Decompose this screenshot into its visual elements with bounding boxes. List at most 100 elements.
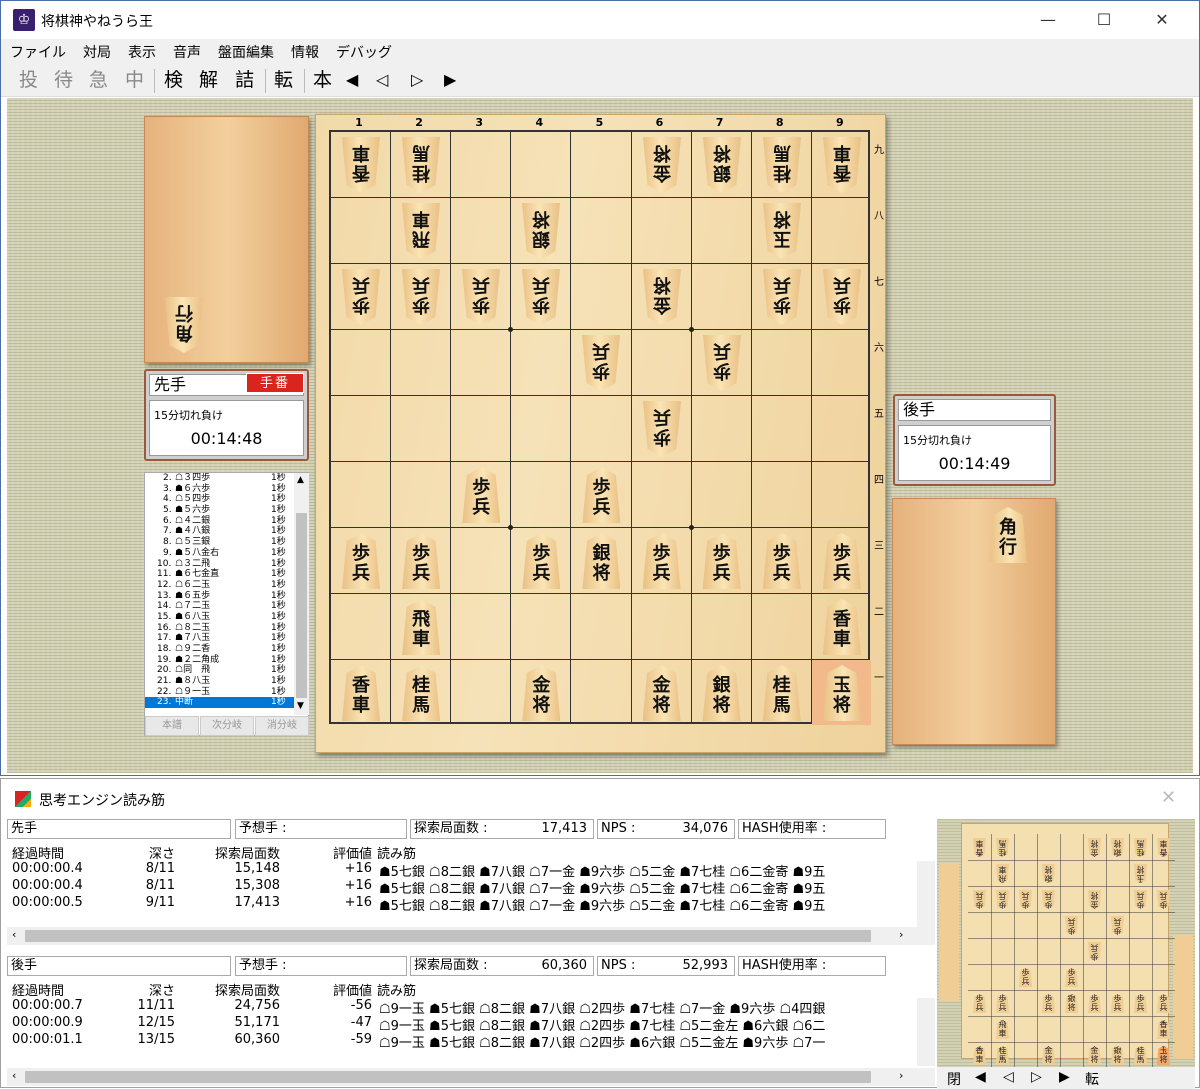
kifu-row[interactable]: 13. ☗６五歩 1秒 [145,591,294,602]
kifu-row[interactable]: 4. ☖５四歩 1秒 [145,494,294,505]
gote-piece[interactable]: 桂馬 [402,137,440,193]
column-header[interactable]: 深さ [133,843,175,862]
next-move-button[interactable]: ▷ [411,69,423,91]
gote-piece[interactable]: 歩兵 [703,335,741,391]
kifu-scrollbar[interactable]: ▲ ▼ [294,473,309,715]
gote-piece[interactable]: 歩兵 [643,401,681,457]
engine-vscroll[interactable] [917,998,935,1066]
kifu-row[interactable]: 6. ☖４二銀 1秒 [145,516,294,527]
kifu-row[interactable]: 8. ☖５三銀 1秒 [145,537,294,548]
gote-piece[interactable]: 歩兵 [522,269,560,325]
gote-piece[interactable]: 飛車 [402,203,440,259]
column-header[interactable]: 経過時間 [12,980,64,999]
analyze-button[interactable]: 検 [164,69,183,91]
sente-piece[interactable]: 歩兵 [582,467,621,523]
hand-piece-bishop[interactable]: 角行 [989,507,1027,563]
prev-move-button[interactable]: ◁ [376,69,388,91]
gote-piece[interactable]: 歩兵 [342,269,380,325]
menu-debug[interactable]: デバッグ [327,39,400,65]
scroll-right-icon[interactable]: › [899,928,903,941]
kifu-row[interactable]: 11. ☗６七金直 1秒 [145,569,294,580]
gote-piece[interactable]: 歩兵 [582,335,620,391]
sente-piece[interactable]: 飛車 [402,599,441,655]
kifu-row[interactable]: 17. ☗７八玉 1秒 [145,633,294,644]
column-header[interactable]: 読み筋 [377,980,416,999]
gote-piece[interactable]: 銀将 [522,203,560,259]
sente-piece[interactable]: 歩兵 [342,533,381,589]
kifu-row[interactable]: 21. ☗８八玉 1秒 [145,676,294,687]
sente-piece[interactable]: 歩兵 [702,533,741,589]
column-header[interactable]: 評価値 [287,843,372,862]
engine-vscroll[interactable] [917,861,935,929]
close-button[interactable]: ✕ [1139,1,1185,39]
resign-button[interactable]: 投 [19,69,38,91]
engine-sente-hscroll[interactable]: ‹ › [7,927,935,945]
sente-piece[interactable]: 歩兵 [462,467,501,523]
column-header[interactable]: 読み筋 [377,843,416,862]
kifu-row[interactable]: 3. ☗６六歩 1秒 [145,484,294,495]
gote-piece[interactable]: 金将 [643,269,681,325]
menu-sound[interactable]: 音声 [164,39,209,65]
gote-piece[interactable]: 歩兵 [402,269,440,325]
gote-piece[interactable]: 歩兵 [462,269,500,325]
scroll-left-icon[interactable]: ‹ [12,1069,16,1082]
mini-next-button[interactable]: ▷ [1031,1069,1042,1085]
menu-game[interactable]: 対局 [74,39,119,65]
kifu-row[interactable]: 7. ☗４八銀 1秒 [145,526,294,537]
column-header[interactable]: 深さ [133,980,175,999]
engine-gote-hscroll[interactable]: ‹ › [7,1068,935,1086]
kifu-row[interactable]: 12. ☖６二玉 1秒 [145,580,294,591]
next-branch-button[interactable]: 次分岐 [200,716,254,736]
kifu-row[interactable]: 15. ☗６八玉 1秒 [145,612,294,623]
sente-piece[interactable]: 香車 [822,599,861,655]
menu-info[interactable]: 情報 [282,39,327,65]
board-grid[interactable]: 香車桂馬金将銀将桂馬香車飛車銀将玉将歩兵歩兵歩兵歩兵金将歩兵歩兵歩兵歩兵歩兵歩兵… [329,130,871,725]
sente-piece[interactable]: 歩兵 [762,533,801,589]
scroll-down-icon[interactable]: ▼ [297,701,304,711]
engine-gote-table[interactable]: 経過時間 深さ 探索局面数 評価値 読み筋 00:00:00.7 11/11 24,756 -5… [7,978,935,1070]
stop-button[interactable]: 中 [125,69,144,91]
menu-file[interactable]: ファイル [1,39,74,65]
delete-branch-button[interactable]: 消分岐 [255,716,309,736]
gote-piece[interactable]: 歩兵 [823,269,861,325]
engine-close-button[interactable]: ✕ [1161,787,1176,808]
hand-piece-bishop[interactable]: 角行 [165,297,203,353]
sente-piece[interactable]: 歩兵 [822,533,861,589]
minimize-button[interactable]: — [1025,1,1071,39]
mini-close-button[interactable]: 閉 [947,1069,961,1089]
sente-piece[interactable]: 歩兵 [402,533,441,589]
mainline-button[interactable]: 本 [313,69,332,91]
kifu-row[interactable]: 10. ☖３二飛 1秒 [145,559,294,570]
kifu-row[interactable]: 23. 中断 1秒 [145,697,294,709]
kifu-row[interactable]: 14. ☖７二玉 1秒 [145,601,294,612]
sente-piece[interactable]: 玉将 [822,665,861,721]
sente-piece[interactable]: 香車 [342,665,381,721]
gote-piece[interactable]: 香車 [823,137,861,193]
sente-piece[interactable]: 歩兵 [642,533,681,589]
undo-button[interactable]: 待 [54,69,73,91]
kifu-row[interactable]: 20. ☖同 飛 1秒 [145,665,294,676]
mini-prev-button[interactable]: ◁ [1003,1069,1014,1085]
sente-piece[interactable]: 金将 [522,665,561,721]
gote-piece[interactable]: 玉将 [763,203,801,259]
scroll-left-icon[interactable]: ‹ [12,928,16,941]
kifu-row[interactable]: 22. ☖９一玉 1秒 [145,687,294,698]
solve-button[interactable]: 解 [199,69,218,91]
kifu-row[interactable]: 18. ☖９二香 1秒 [145,644,294,655]
first-move-button[interactable]: ◀ [346,69,358,91]
gote-piece[interactable]: 歩兵 [763,269,801,325]
gote-piece[interactable]: 桂馬 [763,137,801,193]
sente-piece[interactable]: 桂馬 [402,665,441,721]
flip-button[interactable]: 転 [274,69,293,91]
column-header[interactable]: 経過時間 [12,843,64,862]
column-header[interactable]: 評価値 [287,980,372,999]
scroll-right-icon[interactable]: › [899,1069,903,1082]
kifu-scroll-thumb[interactable] [296,513,307,698]
engine-sente-table[interactable]: 経過時間 深さ 探索局面数 評価値 読み筋 00:00:00.4 8/11 15,148 +16… [7,841,935,937]
kifu-row[interactable]: 19. ☗２二角成 1秒 [145,655,294,666]
mainline-kifu-button[interactable]: 本譜 [145,716,199,736]
gote-piece[interactable]: 金将 [643,137,681,193]
gote-piece[interactable]: 銀将 [703,137,741,193]
last-move-button[interactable]: ▶ [444,69,456,91]
hurry-button[interactable]: 急 [89,69,108,91]
